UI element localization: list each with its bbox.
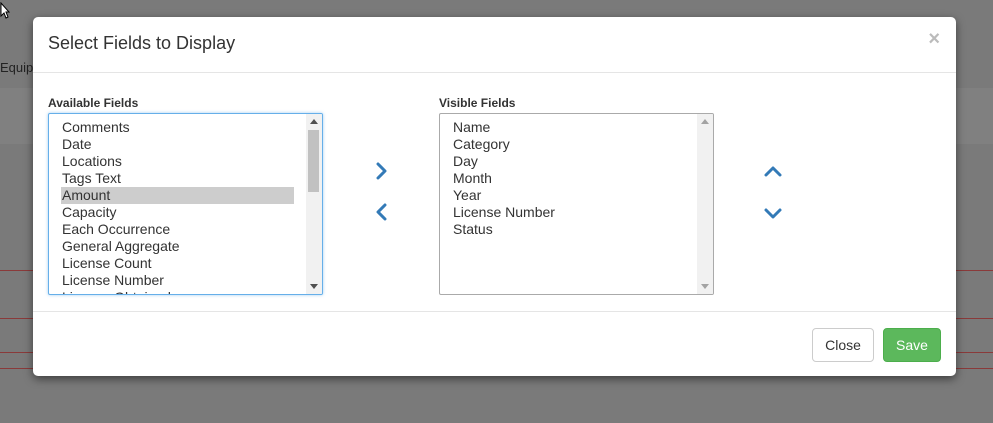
move-up-button[interactable] bbox=[761, 160, 785, 184]
list-item[interactable]: Name bbox=[452, 119, 685, 136]
close-icon[interactable]: × bbox=[928, 29, 940, 49]
visible-fields-list: Name Category Day Month Year License Number St… bbox=[440, 114, 713, 238]
list-item[interactable]: Tags Text bbox=[61, 170, 294, 187]
modal-footer: Close Save bbox=[33, 311, 956, 376]
list-item[interactable]: Date bbox=[61, 136, 294, 153]
chevron-up-icon bbox=[764, 166, 782, 177]
list-item[interactable]: Day bbox=[452, 153, 685, 170]
scroll-down-arrow-icon[interactable] bbox=[701, 284, 709, 289]
modal-body: Available Fields Comments Date Locations Ta… bbox=[33, 73, 956, 311]
list-item[interactable]: License Number bbox=[61, 272, 294, 289]
visible-fields-scrollbar[interactable] bbox=[697, 114, 713, 294]
save-button[interactable]: Save bbox=[883, 328, 941, 362]
available-fields-listbox[interactable]: Comments Date Locations Tags Text Amount Capa… bbox=[48, 113, 323, 295]
modal-header: Select Fields to Display × bbox=[33, 17, 956, 73]
chevron-right-icon bbox=[376, 162, 387, 180]
available-fields-scrollbar[interactable] bbox=[306, 114, 322, 294]
list-item[interactable]: License Count bbox=[61, 255, 294, 272]
list-item[interactable]: Month bbox=[452, 170, 685, 187]
scroll-thumb[interactable] bbox=[308, 130, 319, 192]
modal-title: Select Fields to Display bbox=[48, 33, 236, 53]
list-item[interactable]: Comments bbox=[61, 119, 294, 136]
background-partial-text: Equip bbox=[0, 60, 34, 75]
chevron-left-icon bbox=[376, 203, 387, 221]
scroll-down-arrow-icon[interactable] bbox=[310, 284, 318, 289]
list-item[interactable]: Each Occurrence bbox=[61, 221, 294, 238]
remove-field-button[interactable] bbox=[370, 200, 394, 224]
list-item[interactable]: Category bbox=[452, 136, 685, 153]
chevron-down-icon bbox=[764, 208, 782, 219]
available-fields-list: Comments Date Locations Tags Text Amount Capa… bbox=[49, 114, 322, 294]
scroll-up-arrow-icon[interactable] bbox=[701, 119, 709, 124]
visible-fields-listbox[interactable]: Name Category Day Month Year License Number St… bbox=[439, 113, 714, 295]
select-fields-modal: Select Fields to Display × Available Fie… bbox=[33, 17, 956, 376]
list-item[interactable]: Locations bbox=[61, 153, 294, 170]
move-down-button[interactable] bbox=[761, 201, 785, 225]
scroll-up-arrow-icon[interactable] bbox=[310, 119, 318, 124]
list-item[interactable]: Status bbox=[452, 221, 685, 238]
list-item[interactable]: License Obtained bbox=[61, 289, 294, 294]
visible-fields-label: Visible Fields bbox=[439, 96, 516, 110]
close-button[interactable]: Close bbox=[812, 328, 874, 362]
add-field-button[interactable] bbox=[370, 159, 394, 183]
list-item[interactable]: General Aggregate bbox=[61, 238, 294, 255]
list-item[interactable]: Capacity bbox=[61, 204, 294, 221]
list-item[interactable]: Amount bbox=[61, 187, 294, 204]
list-item[interactable]: License Number bbox=[452, 204, 685, 221]
list-item[interactable]: Year bbox=[452, 187, 685, 204]
mouse-cursor-icon bbox=[0, 2, 10, 19]
available-fields-label: Available Fields bbox=[48, 96, 139, 110]
